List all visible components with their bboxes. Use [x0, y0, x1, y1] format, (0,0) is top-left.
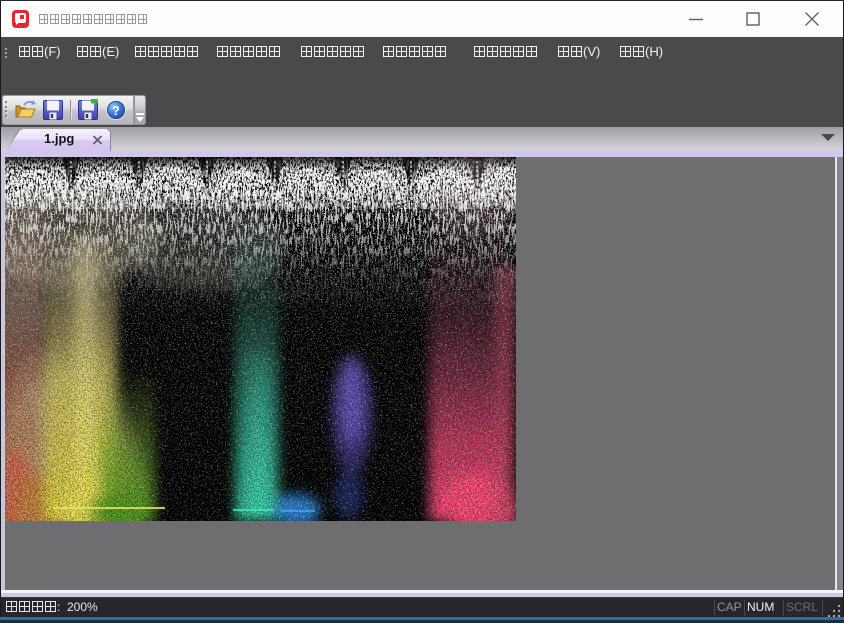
svg-text:?: ? — [112, 104, 120, 118]
